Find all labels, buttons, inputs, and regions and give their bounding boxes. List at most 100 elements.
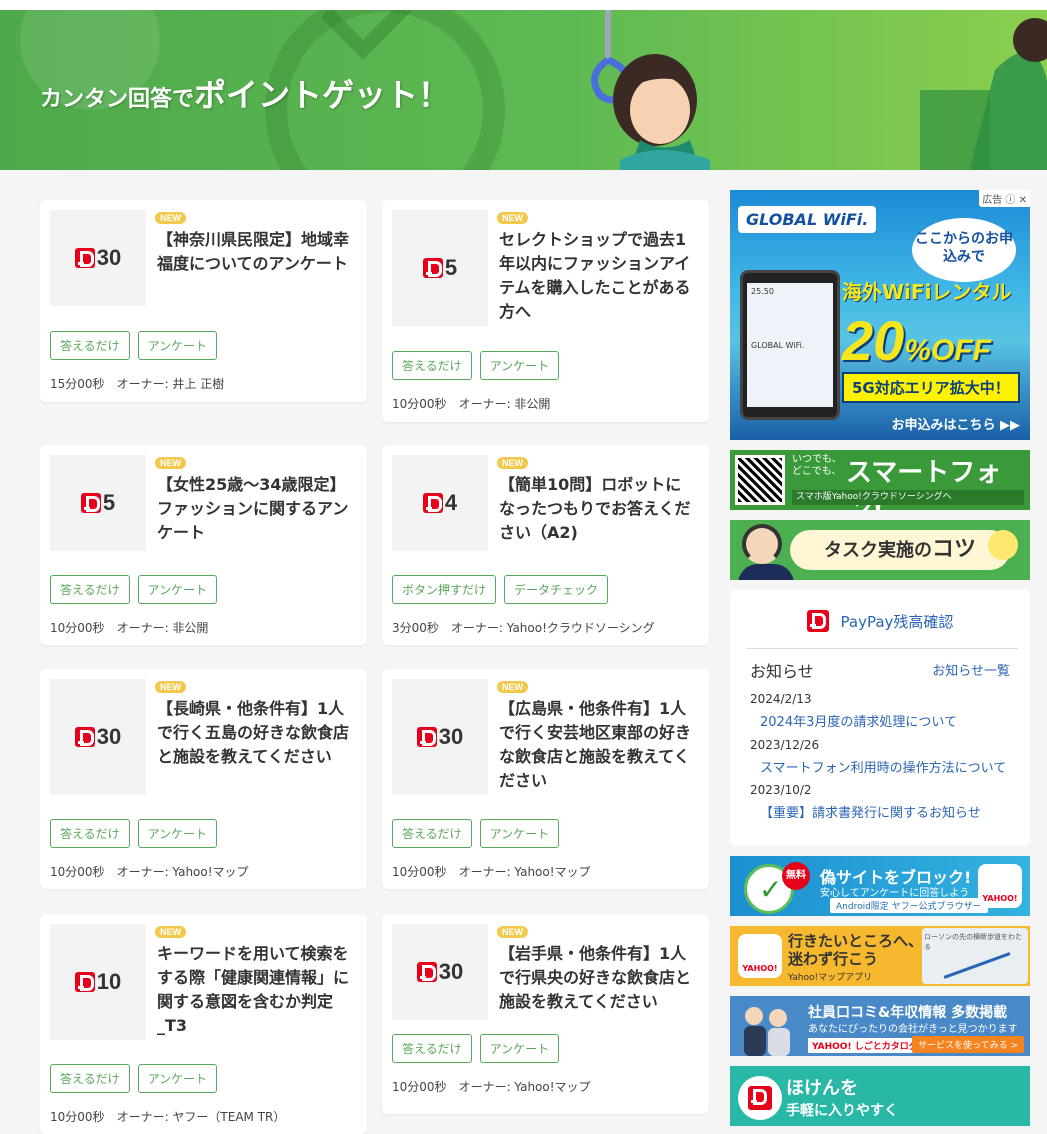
task-card[interactable]: 4 NEW 【簡単10問】ロボットになったつもりでお答えください（A2) ボタン… xyxy=(382,445,709,645)
ad-rental-text: 海外WiFiレンタル xyxy=(842,280,1012,304)
phone-speed: 25.50 xyxy=(751,287,774,296)
task-card[interactable]: 5 NEW セレクトショップで過去1年以内にファッションアイテムを購入したことが… xyxy=(382,200,709,422)
paypay-icon xyxy=(80,493,101,513)
task-tags: 答えるだけ アンケート xyxy=(392,351,560,380)
task-title[interactable]: 【女性25歳～34歳限定】ファッションに関するアンケート xyxy=(157,473,352,545)
smartphone-banner-small: いつでも、どこでも、 xyxy=(792,454,842,477)
task-thumbnail: 4 xyxy=(392,455,488,551)
job-catalog-banner[interactable]: 社員口コミ&年収情報 多数掲載 あなたにぴったりの会社がきっと見つかります YA… xyxy=(730,996,1030,1056)
task-card[interactable]: 5 NEW 【女性25歳～34歳限定】ファッションに関するアンケート 答えるだけ… xyxy=(40,445,367,645)
news-date: 2023/10/2 xyxy=(750,783,812,797)
points-value: 30 xyxy=(74,724,122,750)
global-wifi-ad[interactable]: 広告 ⓘ ✕ GLOBAL WiFi. ここからのお申込みで 25.50 GLOB… xyxy=(730,190,1030,440)
news-link[interactable]: スマートフォン利用時の操作方法について xyxy=(760,757,1006,776)
ad-discount: 20%OFF xyxy=(842,308,991,373)
phone-brand: GLOBAL WiFi. xyxy=(751,341,805,350)
paypay-icon xyxy=(422,493,443,513)
task-card[interactable]: 30 NEW 【広島県・他条件有】1人で行く安芸地区東部の好きな飲食店と施設を教… xyxy=(382,669,709,889)
job-catalog-logo: YAHOO! しごとカタログ xyxy=(808,1038,922,1053)
task-points: 10 xyxy=(96,969,122,994)
paypay-icon xyxy=(74,248,95,268)
task-points: 30 xyxy=(96,724,122,749)
task-time: 10分00秒 xyxy=(392,865,447,879)
tag-label: 答えるだけ xyxy=(50,1064,130,1093)
task-owner: オーナー: Yahoo!マップ xyxy=(458,865,591,879)
task-points: 4 xyxy=(444,490,458,515)
task-title[interactable]: キーワードを用いて検索をする際「健康関連情報」に関する意図を含むか判定_T3 xyxy=(157,942,352,1038)
task-meta: 15分00秒 オーナー: 井上 正樹 xyxy=(50,375,224,392)
task-card[interactable]: 30 NEW 【岩手県・他条件有】1人で行県央の好きな飲食店と施設を教えてくださ… xyxy=(382,914,709,1114)
smartphone-banner[interactable]: いつでも、どこでも、 スマートフォン! スマホ版Yahoo!クラウドソーシングへ xyxy=(730,450,1030,510)
ad-discount-value: 20 xyxy=(842,309,905,372)
task-meta: 3分00秒 オーナー: Yahoo!クラウドソーシング xyxy=(392,619,655,636)
task-points: 30 xyxy=(438,959,464,984)
points-value: 30 xyxy=(416,724,464,750)
news-all-link[interactable]: お知らせ一覧 xyxy=(932,660,1010,679)
task-title[interactable]: 【岩手県・他条件有】1人で行県央の好きな飲食店と施設を教えてください xyxy=(499,942,694,1014)
task-thumbnail: 10 xyxy=(50,924,146,1040)
news-link[interactable]: 【重要】請求書発行に関するお知らせ xyxy=(760,802,981,821)
ad-label[interactable]: 広告 ⓘ ✕ xyxy=(979,190,1030,207)
task-points: 30 xyxy=(438,724,464,749)
ad-apply-link[interactable]: お申込みはこちら ▶▶ xyxy=(891,414,1020,433)
points-value: 10 xyxy=(74,969,122,995)
task-thumbnail: 30 xyxy=(392,924,488,1020)
paypay-icon xyxy=(74,727,95,747)
yahoo-map-banner[interactable]: YAHOO! 行きたいところへ、迷わず行こう Yahoo!マップアプリ ローソン… xyxy=(730,926,1030,986)
task-title[interactable]: 【簡単10問】ロボットになったつもりでお答えください（A2) xyxy=(499,473,694,545)
insurance-banner[interactable]: ほけんを 手軽に入りやすく xyxy=(730,1066,1030,1126)
new-badge: NEW xyxy=(497,926,528,938)
task-card[interactable]: 10 NEW キーワードを用いて検索をする際「健康関連情報」に関する意図を含むか… xyxy=(40,914,367,1134)
tag-label: データチェック xyxy=(504,575,609,604)
task-thumbnail: 30 xyxy=(50,210,146,306)
news-link[interactable]: 2024年3月度の請求処理について xyxy=(760,711,957,730)
hero-banner: カンタン回答でポイントゲット！ xyxy=(0,10,1047,170)
hero-illustration xyxy=(591,10,1047,170)
phone-image: 25.50 GLOBAL WiFi. xyxy=(740,270,840,420)
task-tags: 答えるだけ アンケート xyxy=(50,575,218,604)
points-value: 30 xyxy=(74,245,122,271)
hero-title: カンタン回答でポイントゲット！ xyxy=(40,70,450,116)
task-card[interactable]: 30 NEW 【長崎県・他条件有】1人で行く五島の好きな飲食店と施設を教えてくだ… xyxy=(40,669,367,889)
tag-label: アンケート xyxy=(137,331,218,360)
task-tips-bold: コツ xyxy=(931,537,976,562)
person-illustration xyxy=(738,564,794,580)
new-badge: NEW xyxy=(497,457,528,469)
tag-label: ボタン押すだけ xyxy=(392,575,497,604)
block-fake-site-banner[interactable]: 無料 偽サイトをブロック! 安心してアンケートに回答しよう Android限定 … xyxy=(730,856,1030,916)
paypay-icon xyxy=(422,258,443,278)
tag-label: アンケート xyxy=(479,819,560,848)
task-time: 10分00秒 xyxy=(392,397,447,411)
task-tags: ボタン押すだけ データチェック xyxy=(392,575,609,604)
paypay-balance-link[interactable]: PayPay残高確認 xyxy=(730,610,1030,632)
qr-code-icon xyxy=(735,455,785,505)
task-points: 5 xyxy=(102,490,116,515)
task-title[interactable]: 【広島県・他条件有】1人で行く安芸地区東部の好きな飲食店と施設を教えてください xyxy=(499,697,694,793)
task-meta: 10分00秒 オーナー: Yahoo!マップ xyxy=(392,1078,591,1095)
ad-5g-band: 5G対応エリア拡大中！ xyxy=(842,372,1020,403)
news-date: 2023/12/26 xyxy=(750,738,820,752)
phone-screen: 25.50 GLOBAL WiFi. xyxy=(747,283,833,407)
map-banner-title: 行きたいところへ、迷わず行こう xyxy=(788,932,924,968)
task-meta: 10分00秒 オーナー: 非公開 xyxy=(392,395,550,412)
tag-label: アンケート xyxy=(479,351,560,380)
job-banner-sub: あなたにぴったりの会社がきっと見つかります xyxy=(808,1024,1018,1035)
new-badge: NEW xyxy=(155,212,186,224)
task-meta: 10分00秒 オーナー: 非公開 xyxy=(50,619,208,636)
tag-label: 答えるだけ xyxy=(50,575,130,604)
job-banner-button[interactable]: サービスを使ってみる > xyxy=(912,1036,1024,1053)
task-title[interactable]: 【神奈川県民限定】地域幸福度についてのアンケート xyxy=(157,228,352,276)
task-title[interactable]: セレクトショップで過去1年以内にファッションアイテムを購入したことがある方へ xyxy=(499,228,694,324)
paypay-icon xyxy=(416,727,437,747)
tag-label: アンケート xyxy=(479,1034,560,1063)
points-value: 5 xyxy=(80,490,116,516)
task-title[interactable]: 【長崎県・他条件有】1人で行く五島の好きな飲食店と施設を教えてください xyxy=(157,697,352,769)
points-value: 30 xyxy=(416,959,464,985)
task-points: 30 xyxy=(96,245,122,270)
block-banner-sub: 安心してアンケートに回答しよう xyxy=(820,888,970,899)
task-tags: 答えるだけ アンケート xyxy=(50,819,218,848)
task-tips-banner[interactable]: タスク実施のコツ xyxy=(730,520,1030,580)
task-card[interactable]: 30 NEW 【神奈川県民限定】地域幸福度についてのアンケート 答えるだけ アン… xyxy=(40,200,367,402)
task-meta: 10分00秒 オーナー: ヤフー（TEAM TR） xyxy=(50,1108,285,1125)
paypay-icon xyxy=(416,962,437,982)
